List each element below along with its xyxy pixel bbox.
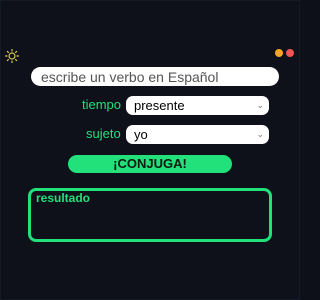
result-box: resultado [28, 188, 272, 242]
result-label: resultado [36, 191, 91, 205]
app-window: tiempo presente ⌄ sujeto yo ⌄ ¡CONJUGA! … [0, 0, 300, 300]
tense-select[interactable]: presente ⌄ [126, 96, 269, 115]
subject-label: sujeto [86, 126, 121, 141]
sun-icon[interactable] [4, 48, 20, 64]
chevron-down-icon: ⌄ [256, 129, 264, 139]
tense-label: tiempo [82, 97, 122, 112]
tense-selected-value: presente [134, 98, 185, 113]
subject-select[interactable]: yo ⌄ [126, 125, 269, 144]
window-controls [275, 49, 294, 57]
conjugate-button[interactable]: ¡CONJUGA! [68, 155, 232, 173]
close-dot[interactable] [286, 49, 294, 57]
verb-input[interactable] [31, 67, 279, 86]
minimize-dot[interactable] [275, 49, 283, 57]
subject-selected-value: yo [134, 127, 148, 142]
chevron-down-icon: ⌄ [256, 100, 264, 110]
